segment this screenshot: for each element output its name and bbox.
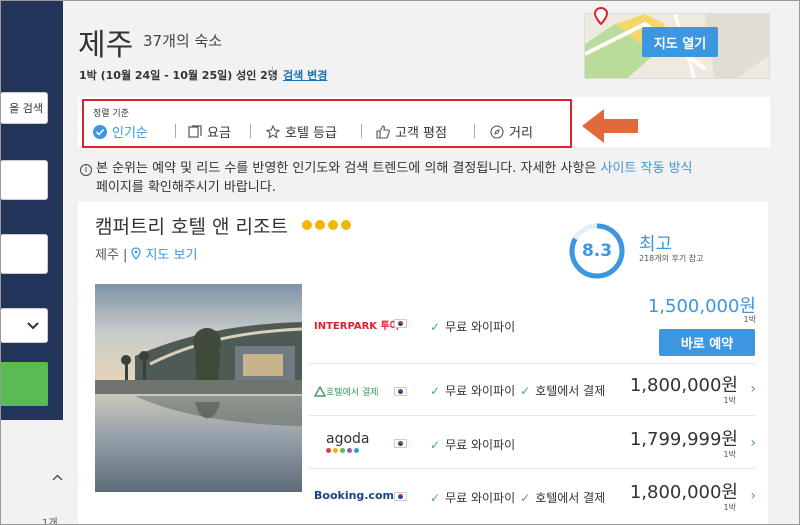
chevron-down-icon (27, 321, 39, 329)
sort-option-popularity[interactable]: 인기순 (93, 122, 148, 141)
review-count: 218개의 후기 참고 (639, 254, 704, 263)
chevron-up-icon[interactable] (52, 472, 63, 483)
per-night-label: 1박 (723, 450, 736, 459)
arrow-left-icon (582, 109, 638, 143)
deal-feature: ✓ 무료 와이파이 ✓ 호텔에서 결제 (430, 383, 606, 399)
deal-price[interactable]: 1,500,000원 (648, 292, 756, 318)
korea-flag-icon (394, 319, 407, 328)
hotel-photo[interactable] (95, 284, 302, 492)
deal-price[interactable]: 1,799,999원 (630, 425, 738, 451)
per-night-label: 1박 (743, 315, 756, 324)
deal-row[interactable]: Booking.com ✓ 무료 와이파이 ✓ 호텔에서 결제 1,800,000원… (308, 469, 756, 525)
per-night-label: 1박 (723, 503, 736, 512)
deal-price[interactable]: 1,800,000원 (630, 478, 738, 504)
sidebar-search-button[interactable]: 을 검색 (0, 92, 48, 124)
check-icon: ✓ (520, 490, 531, 505)
sidebar-date-field[interactable] (0, 234, 48, 274)
agoda-dots (326, 448, 359, 453)
rating-score: 8.3 (581, 241, 613, 261)
open-map-button[interactable]: 지도 열기 (642, 27, 718, 57)
hotel-stars (302, 220, 351, 230)
chevron-right-icon[interactable]: › (750, 435, 756, 451)
divider (361, 124, 362, 138)
provider-logo: 호텔에서 결제 (314, 385, 379, 398)
sidebar-search-submit-button[interactable] (0, 362, 48, 406)
hotel-name[interactable]: 캠퍼트리 호텔 앤 리조트 (95, 212, 288, 239)
sort-option-label: 호텔 등급 (285, 126, 337, 141)
deal-row[interactable]: agoda ✓ 무료 와이파이 1,799,999원 1박 › (308, 416, 756, 469)
book-now-button[interactable]: 바로 예약 (659, 329, 755, 356)
provider-logo: agoda (326, 431, 370, 453)
sort-label: 정렬 기준 (93, 109, 129, 119)
sidebar-destination-field[interactable] (0, 160, 48, 200)
search-sidebar (0, 0, 63, 420)
how-site-works-link[interactable]: 사이트 작동 방식 (601, 161, 693, 176)
per-night-label: 1박 (723, 396, 736, 405)
hotel-pay-icon (314, 386, 326, 397)
sort-option-price[interactable]: 요금 (188, 122, 231, 141)
sidebar-count-text: 1개 (42, 518, 58, 525)
result-count: 37개의 숙소 (143, 32, 223, 50)
check-icon: ✓ (430, 383, 441, 398)
info-icon: i (80, 164, 92, 176)
chevron-right-icon[interactable]: › (750, 488, 756, 504)
provider-logo: Booking.com (314, 489, 395, 502)
hotel-location: 제주 | 지도 보기 (95, 244, 197, 263)
check-icon: ✓ (430, 490, 441, 505)
deal-feature: ✓ 무료 와이파이 (430, 437, 516, 453)
location-pin-icon (131, 247, 142, 260)
korea-flag-icon (394, 439, 407, 448)
star-outline-icon (266, 124, 280, 139)
sort-option-guest-rating[interactable]: 고객 평점 (376, 122, 447, 141)
check-icon: ✓ (520, 383, 531, 398)
chevron-right-icon[interactable]: › (750, 381, 756, 397)
page-title: 제주 (78, 28, 134, 63)
change-search-link[interactable]: 검색 변경 (283, 67, 327, 83)
divider (175, 124, 176, 138)
check-circle-icon (93, 124, 107, 139)
compass-icon (490, 124, 504, 139)
divider (474, 124, 475, 138)
star-icon (302, 220, 312, 230)
deal-feature: ✓ 무료 와이파이 (430, 319, 516, 335)
korea-flag-icon (394, 387, 407, 396)
sort-option-label: 요금 (207, 126, 231, 141)
korea-flag-icon (394, 492, 407, 501)
provider-logo: INTERPARK 투어 (314, 321, 399, 332)
price-tag-icon (188, 124, 202, 138)
deal-price[interactable]: 1,800,000원 (630, 371, 738, 397)
sort-option-hotel-class[interactable]: 호텔 등급 (266, 122, 337, 141)
star-icon (341, 220, 351, 230)
deal-feature: ✓ 무료 와이파이 ✓ 호텔에서 결제 (430, 490, 606, 506)
star-icon (315, 220, 325, 230)
star-icon (328, 220, 338, 230)
sort-option-label: 인기순 (112, 126, 148, 141)
divider (272, 66, 273, 80)
thumbs-up-icon (376, 124, 390, 139)
sidebar-guests-select[interactable] (0, 308, 48, 343)
search-summary: 1박 (10월 24일 - 10월 25일) 성인 2명 (79, 69, 278, 82)
view-map-link[interactable]: 지도 보기 (145, 244, 197, 263)
sort-option-label: 고객 평점 (395, 126, 447, 141)
sort-option-label: 거리 (509, 126, 533, 141)
map-pin-icon (594, 7, 608, 25)
sort-option-distance[interactable]: 거리 (490, 122, 533, 141)
check-icon: ✓ (430, 319, 441, 334)
ranking-info: i본 순위는 예약 및 리드 수를 반영한 인기도와 검색 트렌드에 의해 결정… (80, 159, 770, 197)
check-icon: ✓ (430, 437, 441, 452)
deal-row[interactable]: 호텔에서 결제 ✓ 무료 와이파이 ✓ 호텔에서 결제 1,800,000원 1박 … (308, 364, 756, 416)
divider (250, 124, 251, 138)
